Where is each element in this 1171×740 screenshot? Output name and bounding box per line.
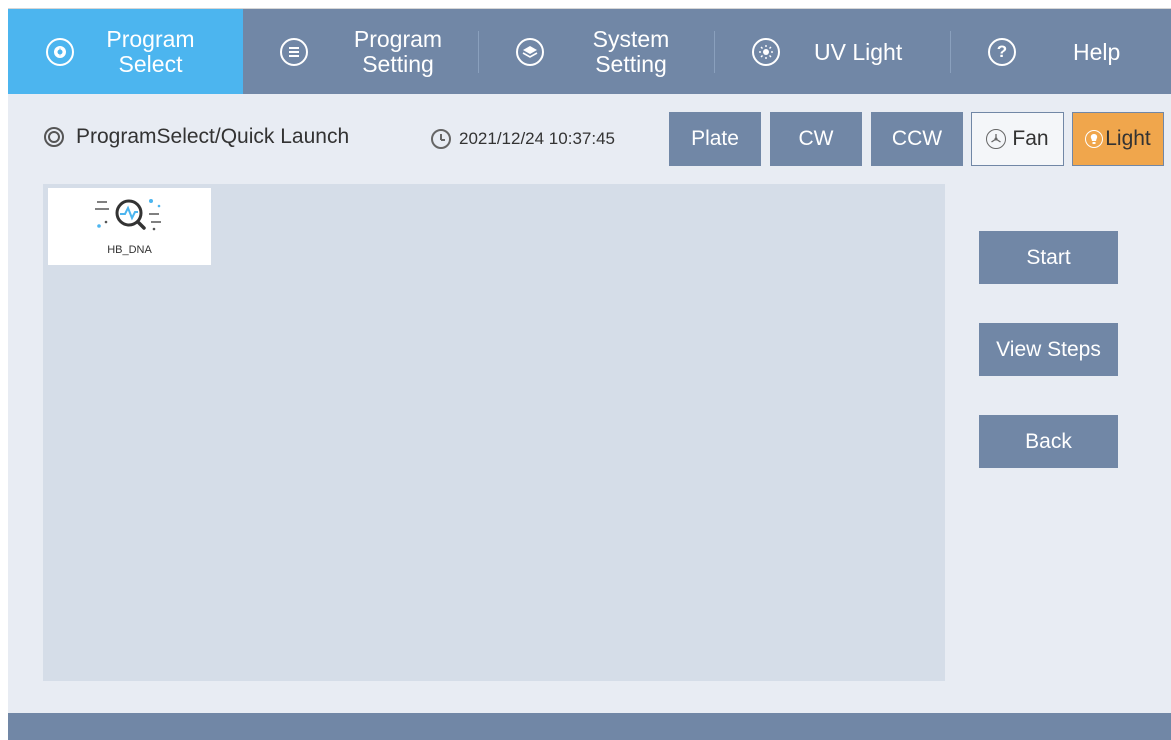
fan-button[interactable]: Fan — [971, 112, 1064, 166]
program-list-panel: HB_DNA — [43, 184, 945, 681]
program-tile[interactable]: HB_DNA — [48, 188, 211, 265]
ccw-button[interactable]: CCW — [871, 112, 963, 166]
fan-label: Fan — [1012, 127, 1049, 150]
breadcrumb: ProgramSelect/Quick Launch — [44, 125, 349, 149]
compass-icon — [46, 38, 74, 66]
plate-button[interactable]: Plate — [669, 112, 761, 166]
top-nav: Program Select Program Setting System Se… — [8, 9, 1171, 94]
fan-icon — [986, 129, 1007, 149]
view-steps-button[interactable]: View Steps — [979, 323, 1118, 376]
nav-system-setting[interactable]: System Setting — [479, 9, 714, 94]
list-icon — [280, 38, 308, 66]
nav-label-line2: Select — [118, 51, 183, 77]
target-icon — [44, 127, 64, 147]
nav-label-line2: Setting — [595, 51, 667, 77]
nav-help[interactable]: ? Help — [951, 9, 1171, 94]
cw-button[interactable]: CW — [770, 112, 862, 166]
question-icon: ? — [988, 38, 1016, 66]
nav-label-line1: Program — [106, 26, 195, 52]
datetime-display: 2021/12/24 10:37:45 — [431, 129, 615, 149]
bulb-icon — [1085, 130, 1104, 148]
search-chart-icon — [95, 199, 161, 231]
nav-uv-light[interactable]: UV Light — [715, 9, 950, 94]
nav-label-line1: Help — [1073, 39, 1121, 65]
breadcrumb-text: ProgramSelect/Quick Launch — [76, 125, 350, 148]
light-label: Light — [1105, 127, 1151, 150]
app-window: Program Select Program Setting System Se… — [8, 8, 1171, 740]
program-name: HB_DNA — [107, 244, 152, 256]
start-button[interactable]: Start — [979, 231, 1118, 284]
nav-program-setting[interactable]: Program Setting — [243, 9, 478, 94]
sun-icon — [752, 38, 780, 66]
datetime-text: 2021/12/24 10:37:45 — [459, 129, 615, 148]
clock-icon — [431, 129, 451, 149]
nav-program-select[interactable]: Program Select — [8, 9, 243, 94]
status-bar — [8, 713, 1171, 740]
light-button[interactable]: Light — [1072, 112, 1164, 166]
nav-label-line1: UV Light — [814, 39, 903, 65]
layers-icon — [516, 38, 544, 66]
nav-label-line1: Program — [353, 26, 443, 52]
nav-label-line2: Setting — [362, 51, 434, 77]
back-button[interactable]: Back — [979, 415, 1118, 468]
nav-label-line1: System — [592, 26, 670, 52]
